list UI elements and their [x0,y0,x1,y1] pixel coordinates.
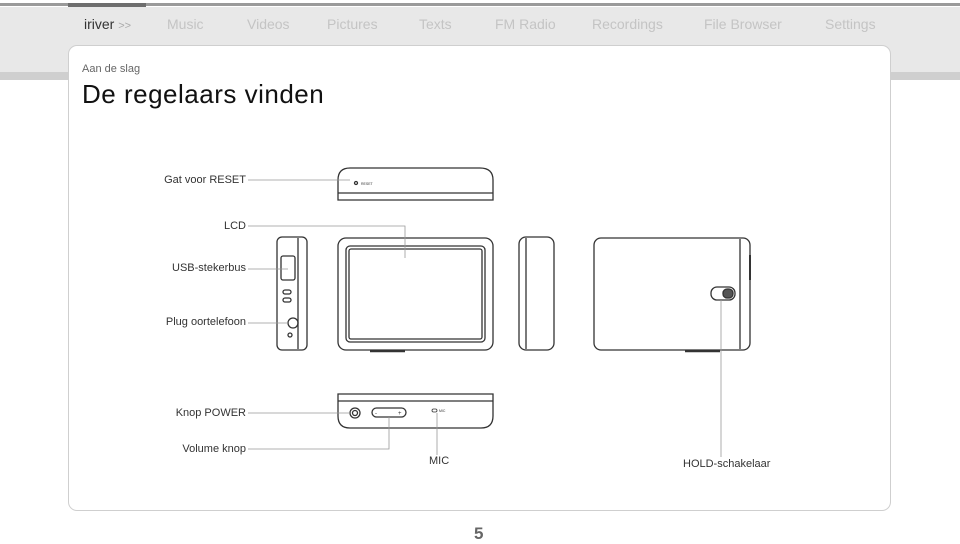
label-hold: HOLD-schakelaar [683,458,771,470]
svg-text:MIC: MIC [439,409,446,413]
label-reset: Gat voor RESET [164,174,246,186]
label-volume: Volume knop [182,443,246,455]
label-power: Knop POWER [175,407,246,419]
device-front [337,237,494,353]
device-left-side [276,236,308,351]
device-top-view: RESET [337,167,494,201]
svg-text:RESET: RESET [361,182,374,186]
page-number: 5 [474,524,484,543]
device-bottom-view: - + MIC [337,393,494,429]
svg-text:-: - [375,411,377,417]
label-earphone: Plug oortelefoon [165,316,246,328]
device-back [593,237,751,353]
label-lcd: LCD [223,220,246,232]
device-right-side [518,236,555,351]
label-usb: USB-stekerbus [172,262,246,274]
label-mic: MIC [429,455,450,467]
svg-text:+: + [398,411,402,417]
